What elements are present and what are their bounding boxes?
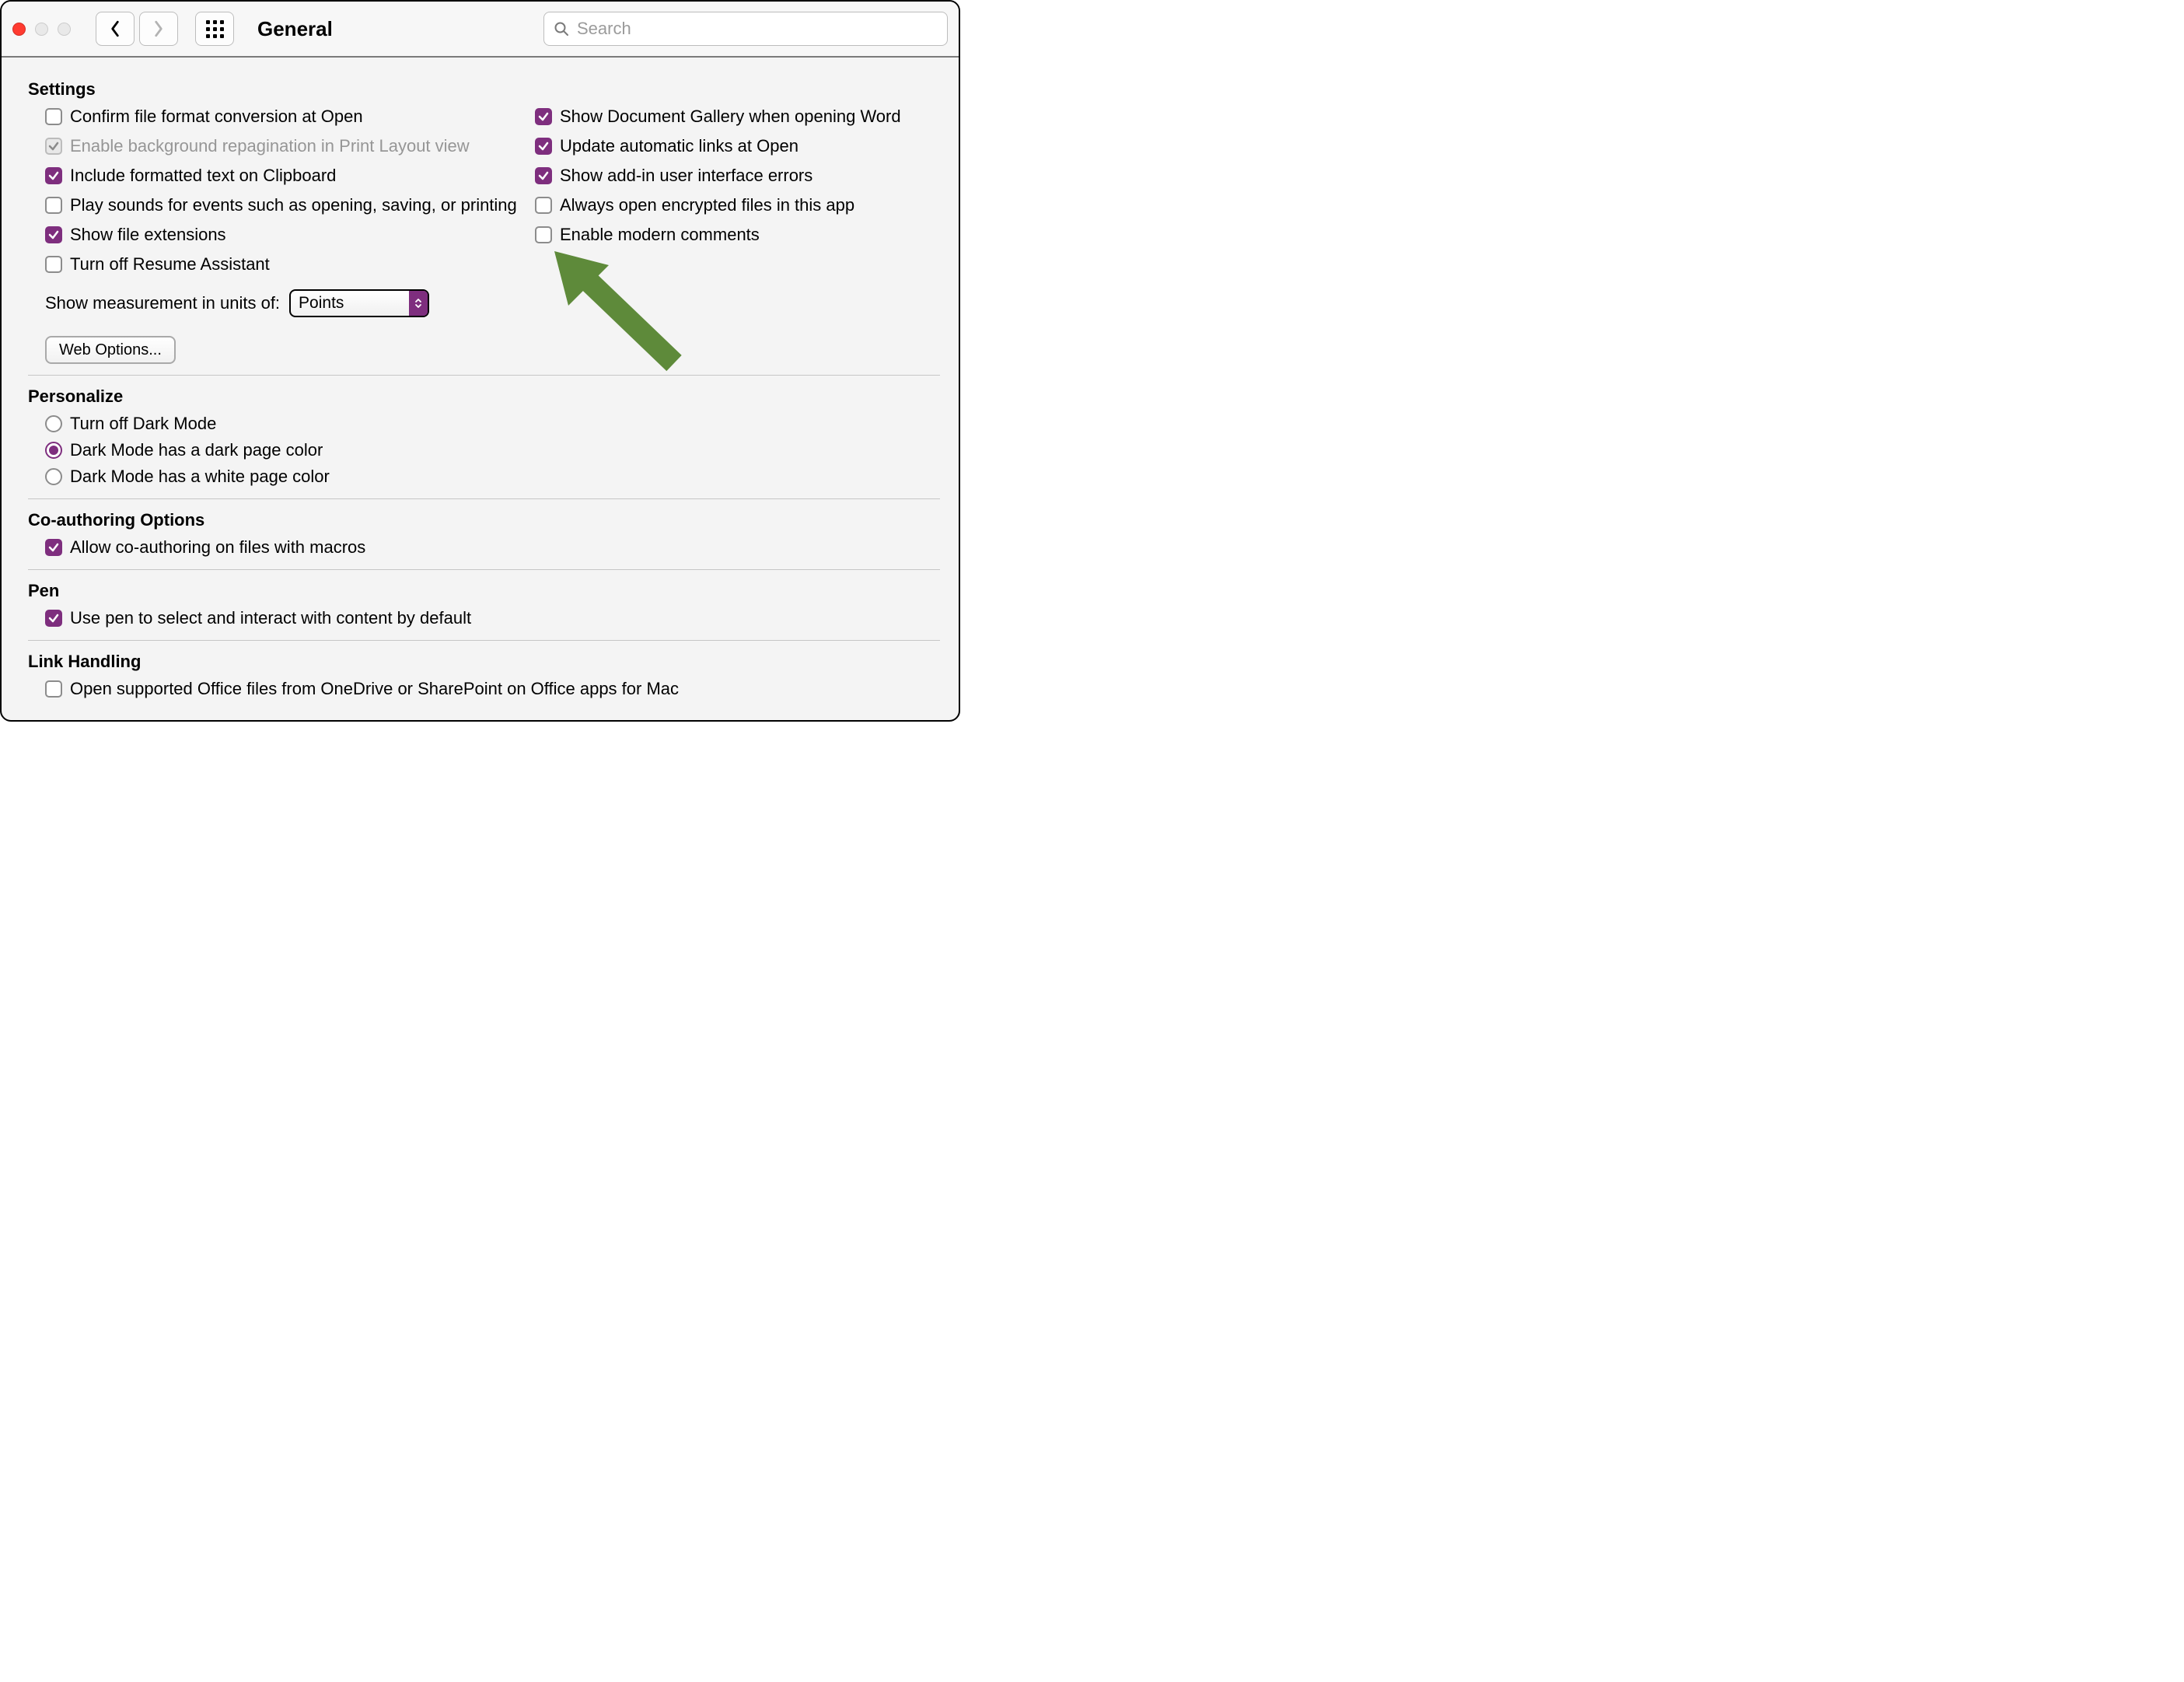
play-sounds-label: Play sounds for events such as opening, … — [70, 196, 517, 215]
coauthoring-options: Allow co-authoring on files with macros — [28, 537, 940, 558]
settings-options: Confirm file format conversion at Open S… — [28, 106, 940, 364]
web-options-button[interactable]: Web Options... — [45, 336, 176, 364]
coauthoring-heading: Co-authoring Options — [28, 510, 940, 530]
window-controls — [12, 23, 71, 36]
open-office-files-label: Open supported Office files from OneDriv… — [70, 680, 679, 698]
enable-modern-comments-checkbox[interactable] — [535, 226, 552, 243]
select-stepper-icon — [409, 291, 428, 316]
open-office-files-checkbox[interactable] — [45, 680, 62, 698]
search-field[interactable] — [543, 12, 948, 46]
dark-mode-dark-page-label: Dark Mode has a dark page color — [70, 441, 323, 460]
always-open-encrypted-label: Always open encrypted files in this app — [560, 196, 854, 215]
dark-mode-off-radio[interactable] — [45, 415, 62, 432]
chevron-left-icon — [109, 20, 121, 37]
search-icon — [554, 21, 569, 37]
settings-heading: Settings — [28, 79, 940, 100]
measure-units-label: Show measurement in units of: — [45, 294, 280, 313]
play-sounds-checkbox[interactable] — [45, 197, 62, 214]
allow-coauthoring-macros-label: Allow co-authoring on files with macros — [70, 538, 365, 557]
turn-off-resume-assistant-checkbox[interactable] — [45, 256, 62, 273]
update-automatic-links-checkbox[interactable] — [535, 138, 552, 155]
show-file-extensions-checkbox[interactable] — [45, 226, 62, 243]
window-title: General — [257, 17, 333, 41]
measure-units-select[interactable]: Points — [289, 289, 429, 317]
include-formatted-text-checkbox[interactable] — [45, 167, 62, 184]
minimize-window-button[interactable] — [35, 23, 48, 36]
show-document-gallery-label: Show Document Gallery when opening Word — [560, 107, 901, 126]
enable-modern-comments-label: Enable modern comments — [560, 226, 760, 244]
pen-select-label: Use pen to select and interact with cont… — [70, 609, 471, 628]
always-open-encrypted-checkbox[interactable] — [535, 197, 552, 214]
divider — [28, 498, 940, 499]
dark-mode-white-page-label: Dark Mode has a white page color — [70, 467, 330, 486]
personalize-options: Turn off Dark Mode Dark Mode has a dark … — [28, 413, 940, 488]
dark-mode-dark-page-radio[interactable] — [45, 442, 62, 459]
include-formatted-text-label: Include formatted text on Clipboard — [70, 166, 336, 185]
preferences-window: General Settings Confirm file format con… — [0, 0, 960, 722]
confirm-file-format-label: Confirm file format conversion at Open — [70, 107, 363, 126]
personalize-heading: Personalize — [28, 386, 940, 407]
measure-units-value: Points — [299, 294, 344, 313]
allow-coauthoring-macros-checkbox[interactable] — [45, 539, 62, 556]
back-button[interactable] — [96, 12, 135, 46]
show-file-extensions-label: Show file extensions — [70, 226, 226, 244]
divider — [28, 569, 940, 570]
turn-off-resume-assistant-label: Turn off Resume Assistant — [70, 255, 270, 274]
zoom-window-button[interactable] — [58, 23, 71, 36]
search-input[interactable] — [575, 18, 938, 40]
update-automatic-links-label: Update automatic links at Open — [560, 137, 798, 156]
pen-select-checkbox[interactable] — [45, 610, 62, 627]
all-preferences-button[interactable] — [195, 12, 234, 46]
dark-mode-off-label: Turn off Dark Mode — [70, 414, 216, 433]
divider — [28, 375, 940, 376]
dark-mode-white-page-radio[interactable] — [45, 468, 62, 485]
background-repagination-label: Enable background repagination in Print … — [70, 137, 470, 156]
background-repagination-checkbox — [45, 138, 62, 155]
nav-buttons — [96, 12, 178, 46]
grid-icon — [206, 20, 224, 38]
chevron-right-icon — [152, 20, 165, 37]
close-window-button[interactable] — [12, 23, 26, 36]
titlebar: General — [2, 2, 959, 58]
show-addin-errors-checkbox[interactable] — [535, 167, 552, 184]
link-handling-heading: Link Handling — [28, 652, 940, 672]
confirm-file-format-checkbox[interactable] — [45, 108, 62, 125]
pen-options: Use pen to select and interact with cont… — [28, 607, 940, 629]
forward-button[interactable] — [139, 12, 178, 46]
link-handling-options: Open supported Office files from OneDriv… — [28, 678, 940, 700]
divider — [28, 640, 940, 641]
pen-heading: Pen — [28, 581, 940, 601]
show-document-gallery-checkbox[interactable] — [535, 108, 552, 125]
content-area: Settings Confirm file format conversion … — [2, 58, 959, 720]
show-addin-errors-label: Show add-in user interface errors — [560, 166, 812, 185]
